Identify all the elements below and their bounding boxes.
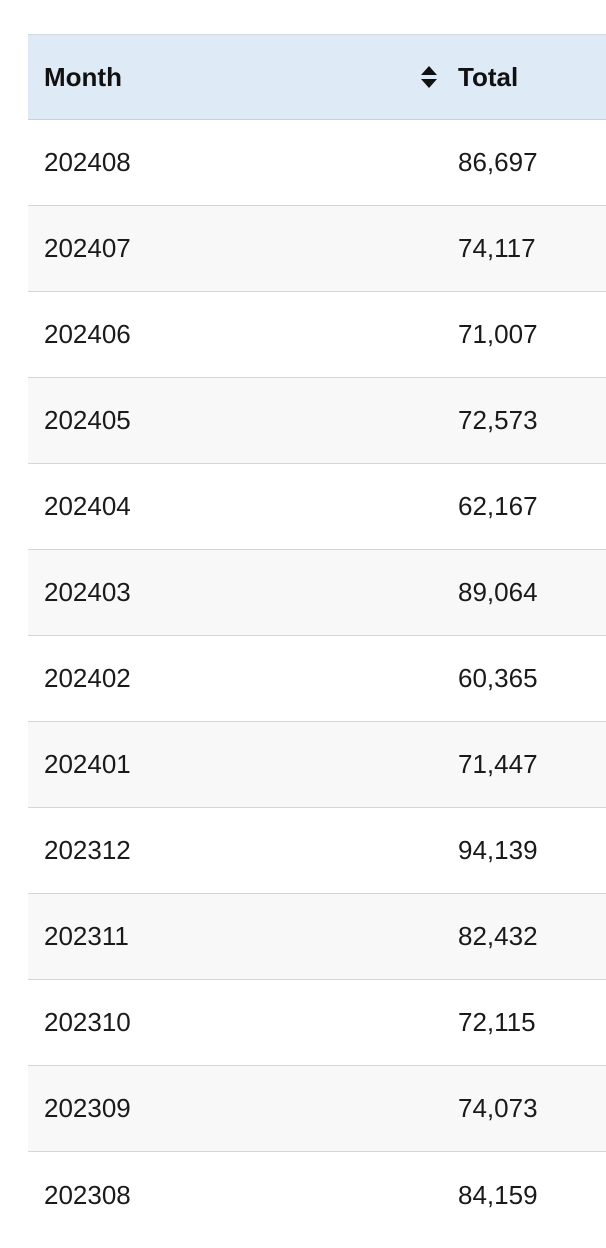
- data-table: Month Total 202408 86,697 202407 74,117 2024…: [28, 34, 606, 1238]
- table-row: 202309 74,073: [28, 1066, 606, 1152]
- cell-total: 74,117: [458, 233, 536, 263]
- column-header-month[interactable]: Month: [28, 62, 442, 93]
- cell-month: 202406: [44, 319, 131, 349]
- table-row: 202310 72,115: [28, 980, 606, 1066]
- column-header-month-label: Month: [44, 61, 122, 92]
- cell-total: 71,007: [458, 319, 538, 349]
- cell-month: 202311: [44, 921, 129, 951]
- cell-month: 202308: [44, 1179, 131, 1210]
- cell-total: 71,447: [458, 749, 538, 779]
- table-row: 202404 62,167: [28, 464, 606, 550]
- cell-total: 84,159: [458, 1179, 538, 1210]
- table-row: 202401 71,447: [28, 722, 606, 808]
- cell-total: 86,697: [458, 147, 538, 177]
- table-row: 202312 94,139: [28, 808, 606, 894]
- table-row: 202311 82,432: [28, 894, 606, 980]
- table-body: 202408 86,697 202407 74,117 202406 71,007 2024…: [28, 120, 606, 1238]
- table-row: 202407 74,117: [28, 206, 606, 292]
- cell-total: 94,139: [458, 835, 538, 865]
- cell-month: 202401: [44, 749, 131, 779]
- cell-total: 89,064: [458, 577, 538, 607]
- cell-total: 82,432: [458, 921, 538, 951]
- table-row: 202402 60,365: [28, 636, 606, 722]
- table-row: 202406 71,007: [28, 292, 606, 378]
- cell-total: 72,573: [458, 405, 538, 435]
- cell-month: 202402: [44, 663, 131, 693]
- cell-month: 202312: [44, 835, 131, 865]
- table-row: 202403 89,064: [28, 550, 606, 636]
- column-header-total[interactable]: Total: [442, 62, 606, 93]
- cell-month: 202407: [44, 233, 131, 263]
- sort-updown-icon[interactable]: [420, 64, 438, 90]
- cell-month: 202404: [44, 491, 131, 521]
- cell-month: 202405: [44, 405, 131, 435]
- cell-month: 202408: [44, 147, 131, 177]
- table-row: 202405 72,573: [28, 378, 606, 464]
- cell-month: 202309: [44, 1093, 131, 1123]
- cell-total: 74,073: [458, 1093, 538, 1123]
- table-row: 202308 84,159: [28, 1152, 606, 1238]
- cell-month: 202403: [44, 577, 131, 607]
- table-row: 202408 86,697: [28, 120, 606, 206]
- cell-total: 60,365: [458, 663, 538, 693]
- cell-month: 202310: [44, 1007, 131, 1037]
- column-header-total-label: Total: [458, 61, 519, 92]
- cell-total: 72,115: [458, 1007, 536, 1037]
- cell-total: 62,167: [458, 491, 538, 521]
- table-header: Month Total: [28, 34, 606, 120]
